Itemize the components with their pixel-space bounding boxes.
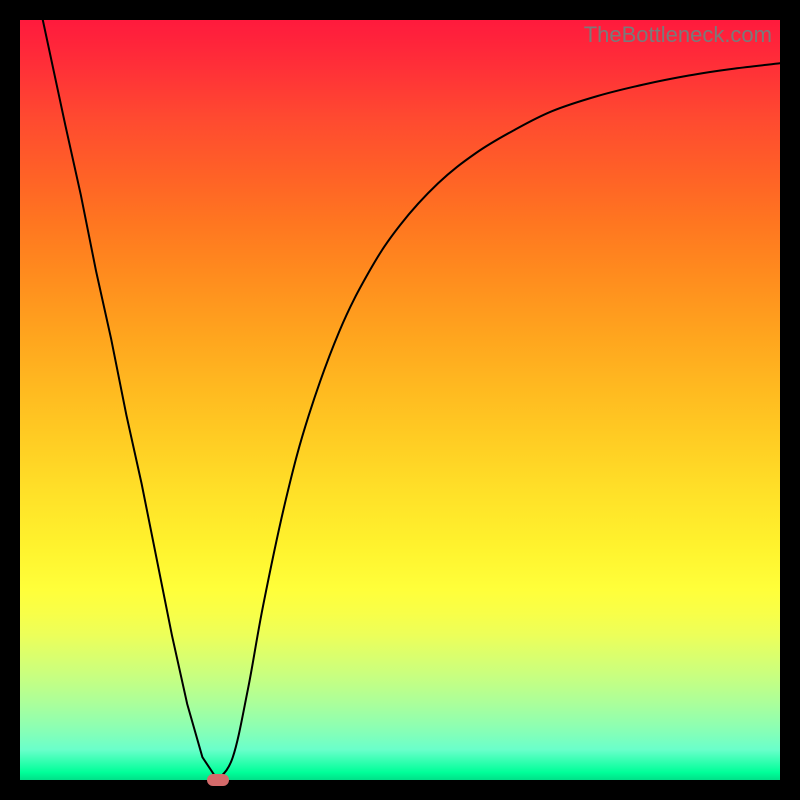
plot-area: TheBottleneck.com	[20, 20, 780, 780]
curve-layer	[20, 20, 780, 780]
bottleneck-curve	[43, 20, 780, 780]
optimal-marker	[207, 774, 229, 786]
chart-container: TheBottleneck.com	[0, 0, 800, 800]
